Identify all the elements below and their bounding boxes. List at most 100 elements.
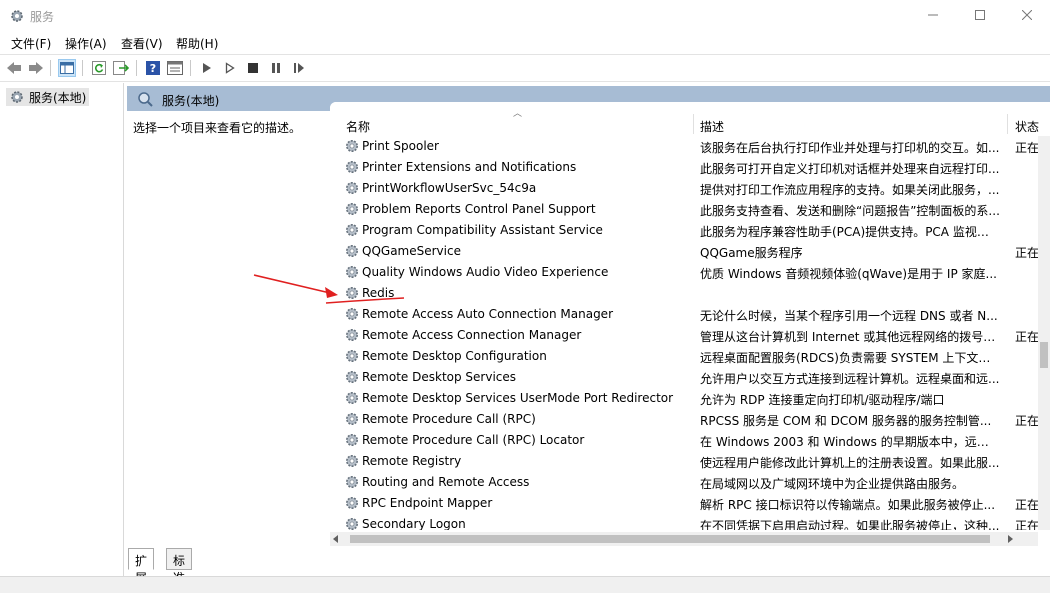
minimize-button[interactable]: [910, 0, 956, 30]
service-description: 此服务支持查看、发送和删除“问题报告”控制面板的系...: [700, 204, 1000, 218]
service-gear-icon: [346, 350, 358, 362]
service-name: Remote Desktop Configuration: [362, 349, 547, 363]
column-divider[interactable]: [693, 114, 694, 134]
service-gear-icon: [346, 224, 358, 236]
properties-button[interactable]: [166, 59, 184, 77]
service-description: 允许用户以交互方式连接到远程计算机。远程桌面和远...: [700, 372, 1000, 386]
service-gear-icon: [346, 161, 358, 173]
sort-ascending-icon: ︿: [513, 109, 523, 119]
tree-node-services-local[interactable]: 服务(本地): [6, 88, 90, 106]
service-description: 远程桌面配置服务(RDCS)负责需要 SYSTEM 上下文的...: [700, 351, 1000, 365]
service-name: Remote Access Auto Connection Manager: [362, 307, 613, 321]
menu-bar: 文件(F) 操作(A) 查看(V) 帮助(H): [0, 32, 1050, 54]
toolbar-separator: [190, 60, 191, 76]
services-gear-icon: [11, 91, 23, 103]
service-description: 无论什么时候，当某个程序引用一个远程 DNS 或者 N...: [700, 309, 998, 323]
service-name: Routing and Remote Access: [362, 475, 530, 489]
service-description: 管理从这台计算机到 Internet 或其他远程网络的拨号和...: [700, 330, 1000, 344]
horizontal-scrollbar[interactable]: [330, 532, 1038, 546]
export-list-button[interactable]: [112, 59, 130, 77]
service-name: Remote Desktop Services: [362, 370, 517, 384]
forward-button[interactable]: [27, 59, 45, 77]
table-row[interactable]: Remote Desktop Configuration 远程桌面配置服务(RDC…: [330, 346, 1038, 367]
tab-standard[interactable]: 标准: [166, 548, 193, 585]
service-gear-icon: [346, 140, 358, 152]
service-name: QQGameService: [362, 244, 461, 258]
service-name: Problem Reports Control Panel Support: [362, 202, 596, 216]
service-description: 该服务在后台执行打印作业并处理与打印机的交互。如...: [700, 141, 1000, 155]
refresh-button[interactable]: [90, 59, 108, 77]
svg-text:?: ?: [150, 62, 156, 75]
table-row[interactable]: Remote Desktop Services 允许用户以交互方式连接到远程计算机…: [330, 367, 1038, 388]
restart-service-button[interactable]: [290, 59, 308, 77]
export-icon: [113, 61, 129, 75]
table-row[interactable]: Remote Procedure Call (RPC) RPCSS 服务是 COM…: [330, 409, 1038, 430]
start-service-alt-button[interactable]: [221, 59, 239, 77]
table-row[interactable]: Remote Procedure Call (RPC) Locator 在 Win…: [330, 430, 1038, 451]
service-name: Quality Windows Audio Video Experience: [362, 265, 609, 279]
help-button[interactable]: ?: [144, 59, 162, 77]
window-title: 服务: [30, 10, 55, 24]
maximize-button[interactable]: [957, 0, 1003, 30]
service-gear-icon: [346, 392, 358, 404]
title-bar: 服务: [0, 0, 1050, 32]
table-row[interactable]: Remote Desktop Services UserMode Port Re…: [330, 388, 1038, 409]
table-row[interactable]: Secondary Logon 在不同凭据下启用启动过程。如果此服务被停止，这种.…: [330, 514, 1038, 530]
menu-file[interactable]: 文件(F): [11, 35, 51, 52]
close-button[interactable]: [1004, 0, 1050, 30]
table-row[interactable]: Print Spooler 该服务在后台执行打印作业并处理与打印机的交互。如...…: [330, 136, 1038, 157]
service-description: 在局域网以及广域网环境中为企业提供路由服务。: [700, 477, 965, 491]
tab-extended[interactable]: 扩展: [128, 548, 155, 585]
column-divider[interactable]: [1007, 114, 1008, 134]
table-row[interactable]: RPC Endpoint Mapper 解析 RPC 接口标识符以传输端点。如果此…: [330, 493, 1038, 514]
service-status: 正在: [1015, 519, 1038, 530]
service-description: 优质 Windows 音频视频体验(qWave)是用于 IP 家庭...: [700, 267, 997, 281]
start-service-button[interactable]: [198, 59, 216, 77]
table-row[interactable]: PrintWorkflowUserSvc_54c9a 提供对打印工作流应用程序的支…: [330, 178, 1038, 199]
vertical-scrollbar[interactable]: [1038, 136, 1050, 530]
service-status: 正在: [1015, 498, 1038, 512]
service-name: PrintWorkflowUserSvc_54c9a: [362, 181, 537, 195]
table-row[interactable]: Remote Registry 使远程用户能修改此计算机上的注册表设置。如果此服.…: [330, 451, 1038, 472]
menu-help[interactable]: 帮助(H): [176, 35, 218, 52]
menu-action[interactable]: 操作(A): [65, 35, 107, 52]
column-status[interactable]: 状态: [1015, 118, 1039, 135]
table-row[interactable]: Program Compatibility Assistant Service 此…: [330, 220, 1038, 241]
service-gear-icon: [346, 308, 358, 320]
show-console-tree-button[interactable]: [58, 59, 76, 77]
service-gear-icon: [346, 245, 358, 257]
services-gear-icon: [11, 10, 23, 22]
horizontal-scroll-thumb[interactable]: [350, 535, 990, 543]
vertical-scroll-thumb[interactable]: [1040, 342, 1048, 368]
pause-icon: [272, 63, 280, 73]
services-panel: 服务(本地) 选择一个项目来查看它的描述。 ︿ 名称 描述 状态 Print S…: [127, 86, 1050, 576]
service-description: 在 Windows 2003 和 Windows 的早期版本中，远程...: [700, 435, 1000, 449]
service-gear-icon: [346, 497, 358, 509]
table-row[interactable]: Routing and Remote Access 在局域网以及广域网环境中为企业…: [330, 472, 1038, 493]
back-button[interactable]: [5, 59, 23, 77]
table-row[interactable]: Remote Access Auto Connection Manager 无论什…: [330, 304, 1038, 325]
scroll-right-icon[interactable]: [1008, 535, 1014, 543]
table-row[interactable]: Remote Access Connection Manager 管理从这台计算机…: [330, 325, 1038, 346]
table-row[interactable]: Printer Extensions and Notifications 此服务可…: [330, 157, 1038, 178]
toolbar-separator: [136, 60, 137, 76]
column-name[interactable]: 名称: [346, 118, 370, 135]
table-row[interactable]: Problem Reports Control Panel Support 此服务…: [330, 199, 1038, 220]
service-status: 正在: [1015, 330, 1038, 344]
service-name: Remote Desktop Services UserMode Port Re…: [362, 391, 674, 405]
table-row[interactable]: Quality Windows Audio Video Experience 优质…: [330, 262, 1038, 283]
table-row[interactable]: Redis: [330, 283, 1038, 304]
service-name: Print Spooler: [362, 139, 439, 153]
close-icon: [1022, 10, 1032, 20]
toolbar-separator: [82, 60, 83, 76]
service-gear-icon: [346, 518, 358, 530]
scroll-left-icon[interactable]: [333, 535, 339, 543]
table-row[interactable]: QQGameService QQGame服务程序 正在: [330, 241, 1038, 262]
service-description: 提供对打印工作流应用程序的支持。如果关闭此服务，...: [700, 183, 1000, 197]
service-gear-icon: [346, 287, 358, 299]
column-description[interactable]: 描述: [700, 118, 724, 135]
menu-view[interactable]: 查看(V): [121, 35, 163, 52]
pause-service-button[interactable]: [267, 59, 285, 77]
service-description: 此服务为程序兼容性助手(PCA)提供支持。PCA 监视由...: [700, 225, 1000, 239]
stop-service-button[interactable]: [244, 59, 262, 77]
